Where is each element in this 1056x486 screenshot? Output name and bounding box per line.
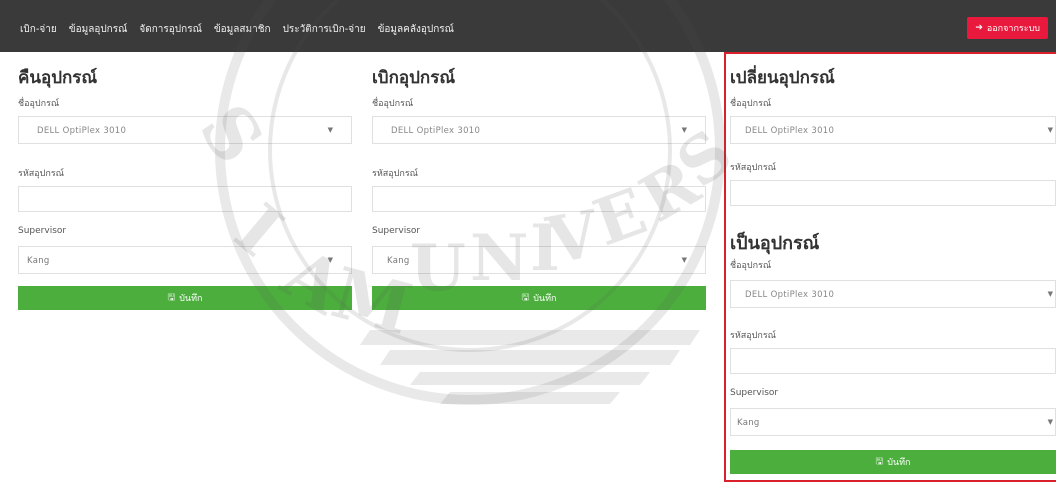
- swap-device-panel: เปลี่ยนอุปกรณ์ ชื่ออุปกรณ์ DELL OptiPlex…: [730, 52, 1056, 482]
- swap-save-button[interactable]: 🖫 บันทึก: [730, 450, 1056, 474]
- borrow-panel-title: เบิกอุปกรณ์: [372, 68, 456, 88]
- nav-item-inventory[interactable]: ข้อมูลคลังอุปกรณ์: [378, 22, 454, 37]
- nav-item-manage-devices[interactable]: จัดการอุปกรณ์: [139, 22, 201, 37]
- nav-item-device-info[interactable]: ข้อมูลอุปกรณ์: [69, 22, 128, 37]
- borrow-device-select[interactable]: DELL OptiPlex 3010 ▼: [372, 116, 706, 144]
- save-icon: 🖫: [521, 293, 530, 303]
- return-supervisor-value: Kang: [27, 256, 50, 266]
- borrow-device-panel: เบิกอุปกรณ์ ชื่ออุปกรณ์ DELL OptiPlex 30…: [372, 52, 706, 352]
- swap-supervisor-value: Kang: [737, 418, 760, 428]
- top-navbar: เบิก-จ่าย ข้อมูลอุปกรณ์ จัดการอุปกรณ์ ข้…: [0, 0, 1056, 52]
- return-save-button[interactable]: 🖫 บันทึก: [18, 286, 352, 310]
- return-supervisor-label: Supervisor: [18, 226, 67, 236]
- return-supervisor-select[interactable]: Kang ▼: [18, 246, 352, 274]
- swap-target-code-input[interactable]: [730, 348, 1056, 374]
- save-icon: 🖫: [167, 293, 176, 303]
- save-icon: 🖫: [875, 457, 884, 467]
- nav-menu: เบิก-จ่าย ข้อมูลอุปกรณ์ จัดการอุปกรณ์ ข้…: [20, 22, 454, 37]
- swap-supervisor-label: Supervisor: [730, 388, 779, 398]
- caret-down-icon: ▼: [327, 256, 333, 264]
- return-device-value: DELL OptiPlex 3010: [37, 126, 127, 136]
- nav-item-borrow-return[interactable]: เบิก-จ่าย: [20, 22, 57, 37]
- swap-target-code-label: รหัสอุปกรณ์: [730, 331, 777, 341]
- caret-down-icon: ▼: [681, 126, 687, 134]
- swap-save-label: บันทึก: [887, 458, 911, 468]
- return-device-panel: คืนอุปกรณ์ ชื่ออุปกรณ์ DELL OptiPlex 301…: [18, 52, 352, 352]
- return-save-label: บันทึก: [179, 294, 203, 304]
- return-panel-title: คืนอุปกรณ์: [18, 68, 98, 88]
- borrow-supervisor-value: Kang: [387, 256, 410, 266]
- swap-panel-title: เปลี่ยนอุปกรณ์: [730, 68, 835, 88]
- caret-down-icon: ▼: [1047, 290, 1053, 298]
- swap-target-device-label: ชื่ออุปกรณ์: [730, 261, 772, 271]
- return-code-label: รหัสอุปกรณ์: [18, 169, 65, 179]
- borrow-code-label: รหัสอุปกรณ์: [372, 169, 419, 179]
- borrow-supervisor-label: Supervisor: [372, 226, 421, 236]
- swap-target-device-select[interactable]: DELL OptiPlex 3010 ▼: [730, 280, 1056, 308]
- swap-device-select[interactable]: DELL OptiPlex 3010 ▼: [730, 116, 1056, 144]
- return-device-select[interactable]: DELL OptiPlex 3010 ▼: [18, 116, 352, 144]
- swap-device-value: DELL OptiPlex 3010: [745, 126, 835, 136]
- borrow-save-label: บันทึก: [533, 294, 557, 304]
- borrow-device-label: ชื่ออุปกรณ์: [372, 99, 414, 109]
- logout-label: ออกจากระบบ: [986, 24, 1040, 34]
- caret-down-icon: ▼: [1047, 126, 1053, 134]
- borrow-save-button[interactable]: 🖫 บันทึก: [372, 286, 706, 310]
- borrow-supervisor-select[interactable]: Kang ▼: [372, 246, 706, 274]
- borrow-code-input[interactable]: [372, 186, 706, 212]
- logout-button[interactable]: ➔ ออกจากระบบ: [967, 17, 1048, 39]
- caret-down-icon: ▼: [1047, 418, 1053, 426]
- swap-supervisor-select[interactable]: Kang ▼: [730, 408, 1056, 436]
- nav-item-members[interactable]: ข้อมูลสมาชิก: [214, 22, 271, 37]
- borrow-device-value: DELL OptiPlex 3010: [391, 126, 481, 136]
- return-device-label: ชื่ออุปกรณ์: [18, 99, 60, 109]
- swap-code-input[interactable]: [730, 180, 1056, 206]
- caret-down-icon: ▼: [681, 256, 687, 264]
- swap-code-label: รหัสอุปกรณ์: [730, 163, 777, 173]
- swap-target-title: เป็นอุปกรณ์: [730, 233, 820, 254]
- caret-down-icon: ▼: [327, 126, 333, 134]
- swap-target-device-value: DELL OptiPlex 3010: [745, 290, 835, 300]
- nav-item-history[interactable]: ประวัติการเบิก-จ่าย: [283, 22, 366, 37]
- sign-out-icon: ➔: [975, 23, 983, 33]
- return-code-input[interactable]: [18, 186, 352, 212]
- swap-device-label: ชื่ออุปกรณ์: [730, 99, 772, 109]
